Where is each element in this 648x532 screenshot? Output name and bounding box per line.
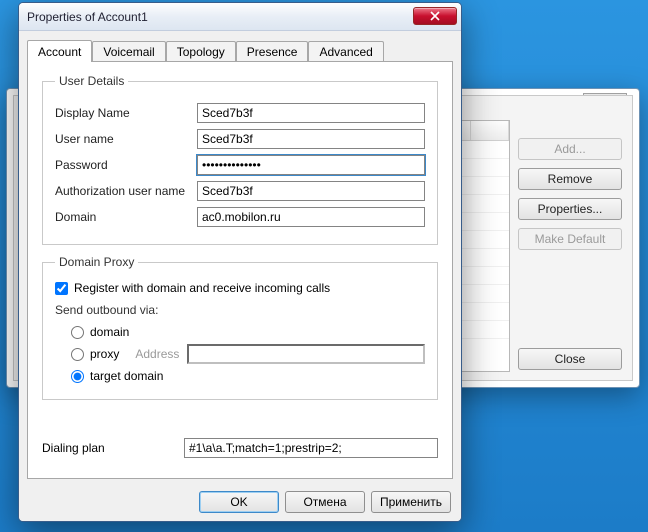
add-button[interactable]: Add... <box>518 138 622 160</box>
user-details-legend: User Details <box>55 74 128 88</box>
send-outbound-label: Send outbound via: <box>55 303 425 317</box>
column-header-3 <box>471 121 509 140</box>
user-name-label: User name <box>55 132 197 146</box>
password-label: Password <box>55 158 197 172</box>
tab-topology[interactable]: Topology <box>166 41 236 62</box>
apply-button[interactable]: Применить <box>371 491 451 513</box>
dialog-footer: OK Отмена Применить <box>19 483 461 521</box>
tab-presence[interactable]: Presence <box>236 41 309 62</box>
proxy-address-field <box>187 344 425 364</box>
outbound-proxy-label: proxy <box>90 347 119 361</box>
window-title: Properties of Account1 <box>27 10 148 24</box>
outbound-domain-label: domain <box>90 325 129 339</box>
display-name-field[interactable] <box>197 103 425 123</box>
cancel-button[interactable]: Отмена <box>285 491 365 513</box>
user-name-field[interactable] <box>197 129 425 149</box>
dialing-plan-row: Dialing plan <box>42 438 438 458</box>
desktop: ne Add... Remove Properties... Make <box>0 0 648 532</box>
titlebar[interactable]: Properties of Account1 <box>19 3 461 31</box>
domain-proxy-group: Domain Proxy Register with domain and re… <box>42 255 438 400</box>
accounts-buttons: Add... Remove Properties... Make Default <box>518 138 622 250</box>
dialing-plan-field[interactable] <box>184 438 438 458</box>
properties-button[interactable]: Properties... <box>518 198 622 220</box>
tab-account[interactable]: Account <box>27 40 92 62</box>
domain-field[interactable] <box>197 207 425 227</box>
domain-label: Domain <box>55 210 197 224</box>
close-icon[interactable] <box>413 7 457 25</box>
remove-button[interactable]: Remove <box>518 168 622 190</box>
outbound-target-domain-label: target domain <box>90 369 163 383</box>
make-default-button[interactable]: Make Default <box>518 228 622 250</box>
close-button[interactable]: Close <box>518 348 622 370</box>
display-name-label: Display Name <box>55 106 197 120</box>
tab-strip: Account Voicemail Topology Presence Adva… <box>27 39 453 61</box>
tab-advanced[interactable]: Advanced <box>308 41 383 62</box>
auth-user-name-label: Authorization user name <box>55 184 197 198</box>
ok-button[interactable]: OK <box>199 491 279 513</box>
auth-user-name-field[interactable] <box>197 181 425 201</box>
dialog-body: Account Voicemail Topology Presence Adva… <box>27 39 453 479</box>
outbound-proxy-radio[interactable] <box>71 348 84 361</box>
register-checkbox[interactable] <box>55 282 68 295</box>
outbound-target-domain-radio[interactable] <box>71 370 84 383</box>
outbound-domain-radio[interactable] <box>71 326 84 339</box>
register-label: Register with domain and receive incomin… <box>74 281 330 295</box>
dialing-plan-label: Dialing plan <box>42 441 184 455</box>
tab-voicemail[interactable]: Voicemail <box>92 41 165 62</box>
properties-dialog: Properties of Account1 Account Voicemail… <box>18 2 462 522</box>
tab-panel-account: User Details Display Name User name Pass… <box>27 61 453 479</box>
password-field[interactable] <box>197 155 425 175</box>
user-details-group: User Details Display Name User name Pass… <box>42 74 438 245</box>
domain-proxy-legend: Domain Proxy <box>55 255 138 269</box>
proxy-address-label: Address <box>135 347 179 361</box>
